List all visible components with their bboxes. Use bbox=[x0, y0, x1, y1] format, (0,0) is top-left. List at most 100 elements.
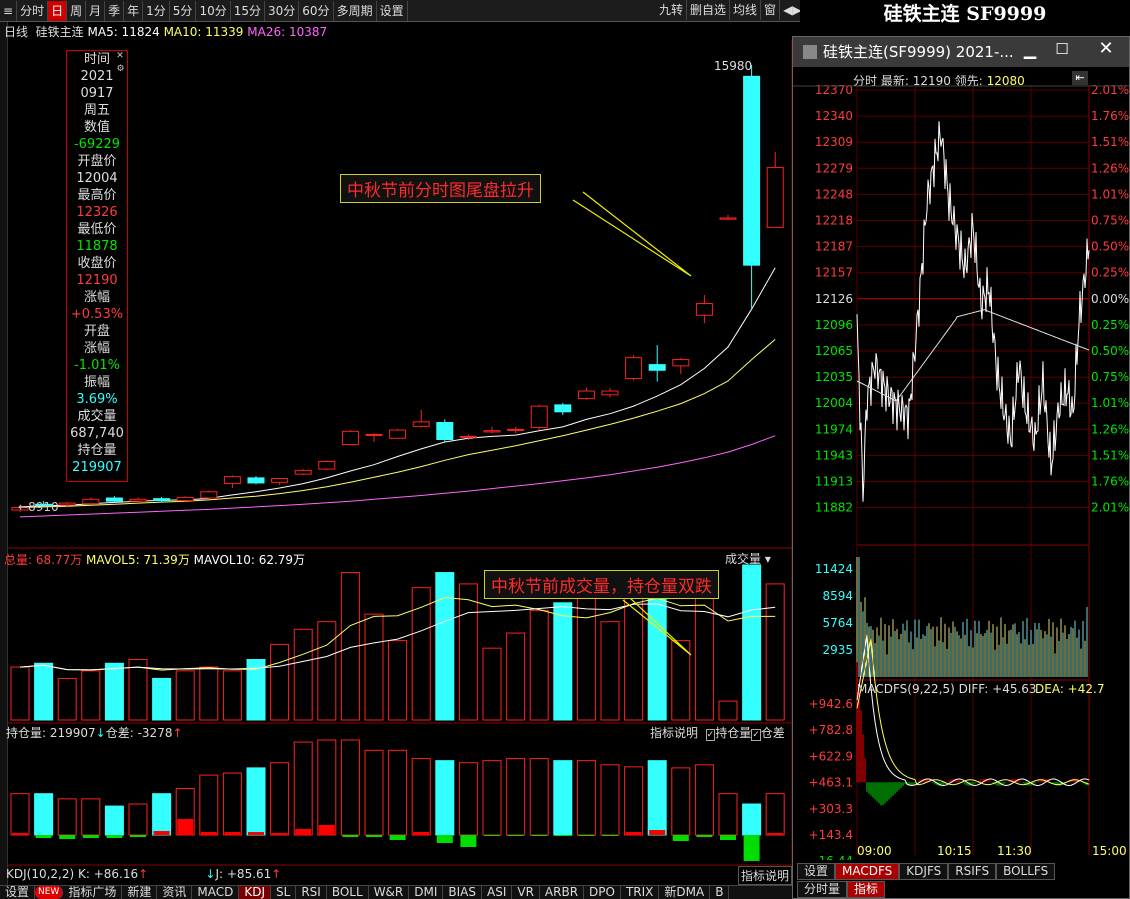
indicator-selector-label: 成交量 bbox=[725, 552, 762, 566]
indicator-tab-15[interactable]: ARBR bbox=[540, 886, 585, 899]
info-line: 成交量 bbox=[77, 409, 117, 424]
indicator-tab-19[interactable]: B bbox=[710, 886, 730, 899]
oi-checkbox-label: 持仓量 bbox=[715, 726, 752, 740]
indicator-tab-7[interactable]: SL bbox=[271, 886, 297, 899]
oi-diff-bar bbox=[460, 835, 477, 847]
indicator-tab-3[interactable]: 新建 bbox=[122, 886, 158, 899]
price-axis-label: 12279 bbox=[815, 161, 853, 175]
infobox-close-icon[interactable]: ✕ bbox=[115, 51, 125, 61]
popup-tab-1[interactable]: MACDFS bbox=[835, 863, 900, 880]
back-icon[interactable]: ⇤ bbox=[1072, 71, 1088, 85]
indicator-tab-5[interactable]: MACD bbox=[192, 886, 240, 899]
oi-bar bbox=[576, 760, 596, 836]
time-axis-label: 11:30 bbox=[997, 844, 1032, 858]
period-tab-1[interactable]: 日 bbox=[48, 0, 68, 21]
candle-body bbox=[459, 435, 477, 438]
oi-diff-bar bbox=[625, 832, 642, 835]
period-tab-8[interactable]: 10分 bbox=[196, 0, 231, 21]
close-icon[interactable]: ✕ bbox=[1091, 38, 1121, 60]
toolbar-right-item-2[interactable]: 均线 bbox=[730, 0, 762, 20]
price-axis-label: 11882 bbox=[815, 501, 853, 515]
kdj-explain-button[interactable]: 指标说明 bbox=[738, 866, 793, 885]
period-tab-11[interactable]: 60分 bbox=[299, 0, 334, 21]
volume-bar bbox=[57, 677, 77, 721]
left-dock-strip[interactable] bbox=[0, 0, 8, 899]
popup-title[interactable]: 硅铁主连(SF9999) 2021-... bbox=[793, 37, 1129, 67]
popup-tab-2[interactable]: KDJFS bbox=[899, 863, 949, 880]
indicator-tab-18[interactable]: 新DMA bbox=[659, 886, 711, 899]
indicator-tab-13[interactable]: ASI bbox=[482, 886, 513, 899]
period-tab-7[interactable]: 5分 bbox=[170, 0, 197, 21]
candle-body bbox=[153, 498, 171, 502]
popup-app-icon bbox=[803, 45, 817, 59]
indicator-tab-14[interactable]: VR bbox=[512, 886, 540, 899]
period-tab-4[interactable]: 季 bbox=[105, 0, 125, 21]
indicator-tab-0[interactable]: 设置 bbox=[0, 886, 36, 899]
oi-diff-bar bbox=[436, 835, 453, 843]
info-line: 3.69% bbox=[76, 392, 118, 407]
maximize-icon[interactable]: ☐ bbox=[1047, 40, 1077, 62]
indicator-tab-2[interactable]: 指标广场 bbox=[63, 886, 123, 899]
pct-axis-label: 0.00% bbox=[1091, 292, 1129, 306]
indicator-tab-1[interactable]: NEW bbox=[35, 886, 64, 899]
candle-body bbox=[743, 75, 761, 266]
candle-body bbox=[341, 430, 359, 446]
period-tab-10[interactable]: 30分 bbox=[265, 0, 300, 21]
candle-body bbox=[223, 476, 241, 485]
period-tab-12[interactable]: 多周期 bbox=[334, 0, 377, 21]
indicator-tab-4[interactable]: 资讯 bbox=[157, 886, 193, 899]
macd-legend: MACDFS(9,22,5) DIFF: +45.63 bbox=[857, 682, 1037, 696]
volume-bar bbox=[765, 583, 785, 721]
oi-checkbox[interactable]: ✓ bbox=[705, 729, 716, 741]
info-line: 数值 bbox=[83, 120, 110, 135]
intraday-chart[interactable]: 12370 2.01% 12340 1.76% 12309 1.51% 12279 1.26%… bbox=[793, 85, 1129, 860]
popup-tab-3[interactable]: RSIFS bbox=[948, 863, 997, 880]
volume-axis-label: 11424 bbox=[815, 562, 853, 576]
indicator-tab-17[interactable]: TRIX bbox=[621, 886, 660, 899]
indicator-tab-16[interactable]: DPO bbox=[584, 886, 621, 899]
indicator-tab-9[interactable]: BOLL bbox=[327, 886, 369, 899]
indicator-tab-10[interactable]: W&R bbox=[369, 886, 410, 899]
indicator-tab-6[interactable]: KDJ bbox=[239, 886, 272, 899]
diff-checkbox[interactable]: ✓ bbox=[751, 729, 761, 741]
candle-body bbox=[247, 477, 265, 484]
period-tab-6[interactable]: 1分 bbox=[143, 0, 170, 21]
annotation-volume-drop: 中秋节前成交量，持仓量双跌 bbox=[484, 570, 719, 599]
popup-tab-4[interactable]: BOLLFS bbox=[996, 863, 1056, 880]
period-tab-0[interactable]: 分时 bbox=[17, 0, 49, 21]
period-tab-5[interactable]: 年 bbox=[124, 0, 144, 21]
indicator-tab-8[interactable]: RSI bbox=[296, 886, 327, 899]
pct-axis-label: 1.01% bbox=[1091, 396, 1129, 410]
indicator-selector[interactable]: 成交量 ▾ bbox=[725, 550, 771, 567]
oi-diff-bar bbox=[248, 832, 264, 835]
volume-bar bbox=[718, 700, 738, 721]
period-tab-9[interactable]: 15分 bbox=[231, 0, 265, 21]
oi-diff-bar bbox=[413, 832, 430, 835]
period-tab-2[interactable]: 周 bbox=[67, 0, 87, 21]
kdj-legend: KDJ(10,2,2) K: +86.16↑ ↓J: +85.61↑ bbox=[6, 867, 282, 881]
oi-diff-bar bbox=[200, 832, 217, 835]
menu-icon[interactable]: ≡ bbox=[0, 0, 18, 21]
popup-panel-tab-1[interactable]: 指标 bbox=[847, 881, 886, 898]
candle-body bbox=[601, 390, 619, 396]
oi-bar bbox=[364, 749, 384, 836]
toolbar-right-item-1[interactable]: 删自选 bbox=[687, 0, 731, 20]
info-line: 219907 bbox=[72, 460, 122, 475]
volume-axis-label: 8594 bbox=[822, 589, 853, 603]
popup-tab-0[interactable]: 设置 bbox=[797, 863, 836, 880]
indicator-tab-11[interactable]: DMI bbox=[409, 886, 444, 899]
volume-bar bbox=[435, 572, 455, 721]
toolbar-right-item-3[interactable]: 窗 bbox=[761, 0, 781, 20]
oi-diff-bar bbox=[177, 819, 194, 835]
infobox-gear-icon[interactable]: ⚙ bbox=[115, 64, 126, 75]
candle-body bbox=[530, 405, 548, 429]
minimize-icon[interactable]: ▁ bbox=[1015, 40, 1045, 62]
popup-panel-tab-0[interactable]: 分时量 bbox=[797, 881, 848, 898]
oi-explain-button[interactable]: 指标说明 bbox=[650, 726, 698, 740]
toolbar-right-item-0[interactable]: 九转 bbox=[656, 0, 688, 20]
volume-bar bbox=[388, 640, 408, 721]
volume-bar bbox=[364, 613, 384, 721]
period-tab-3[interactable]: 月 bbox=[86, 0, 106, 21]
indicator-tab-12[interactable]: BIAS bbox=[443, 886, 482, 899]
period-tab-13[interactable]: 设置 bbox=[377, 0, 408, 21]
